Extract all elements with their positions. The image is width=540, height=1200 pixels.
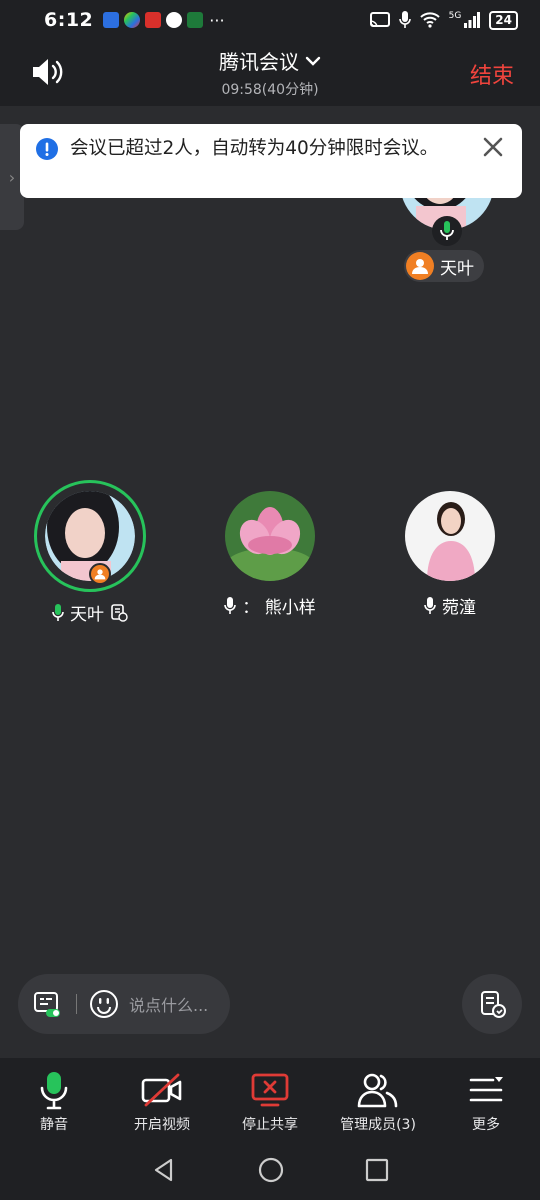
- system-navigation-bar: [0, 1140, 540, 1200]
- meeting-title-area[interactable]: 腾讯会议 09:58(40分钟): [0, 46, 540, 99]
- start-video-label: 开启视频: [134, 1117, 190, 1133]
- stop-share-label: 停止共享: [242, 1117, 298, 1133]
- meeting-header: 腾讯会议 09:58(40分钟) 结束: [0, 40, 540, 106]
- mic-active-icon: [40, 1072, 68, 1110]
- host-badge: [89, 563, 111, 585]
- app-icon-colorful: [124, 12, 141, 28]
- speaking-ring: [34, 480, 146, 592]
- participant-avatar: [405, 491, 495, 581]
- participant-name: 天叶: [70, 605, 104, 625]
- status-more-icon: ···: [209, 10, 225, 30]
- active-speaker-tag: 天叶: [404, 250, 484, 282]
- close-icon[interactable]: [482, 136, 504, 158]
- notes-button[interactable]: [462, 974, 522, 1034]
- recents-icon[interactable]: [365, 1158, 389, 1182]
- home-icon[interactable]: [258, 1157, 284, 1183]
- status-time: 6:12: [44, 9, 94, 31]
- chevron-right-icon: ›: [8, 167, 16, 187]
- cast-icon: [369, 12, 390, 27]
- more-label: 更多: [472, 1117, 500, 1133]
- participant-tile[interactable]: ： 熊小样: [180, 491, 360, 618]
- avatar-image: [225, 491, 315, 581]
- notice-text: 会议已超过2人，自动转为40分钟限时会议。: [70, 138, 439, 159]
- video-off-icon: [141, 1073, 182, 1107]
- back-icon[interactable]: [151, 1157, 177, 1183]
- members-icon: [357, 1073, 398, 1108]
- host-badge: [406, 252, 434, 280]
- notes-icon: [481, 991, 506, 1018]
- chevron-down-icon: [305, 56, 321, 66]
- host-icon: [94, 569, 106, 580]
- chat-input[interactable]: 说点什么...: [129, 992, 208, 1016]
- active-speaker-name: 天叶: [440, 258, 474, 279]
- app-icon-blue: [103, 12, 120, 28]
- app-icon-red: [145, 12, 162, 28]
- subtitle-toggle-icon[interactable]: [32, 989, 62, 1019]
- manage-members-label: 管理成员(3): [340, 1117, 416, 1133]
- meeting-timer: 09:58(40分钟): [221, 82, 319, 98]
- mute-button[interactable]: 静音: [0, 1058, 108, 1140]
- start-video-button[interactable]: 开启视频: [108, 1058, 216, 1140]
- emoji-icon[interactable]: [89, 989, 119, 1019]
- battery-indicator: 24: [489, 10, 518, 30]
- participant-label: ： 熊小样: [180, 593, 360, 618]
- meeting-title[interactable]: 腾讯会议: [219, 46, 321, 75]
- info-icon: [36, 138, 58, 160]
- participant-avatar: [45, 491, 135, 585]
- participant-tile[interactable]: 菀潼: [360, 491, 540, 618]
- participant-avatar: [225, 491, 315, 581]
- notice-banner: 会议已超过2人，自动转为40分钟限时会议。: [20, 124, 522, 198]
- avatar-image: [405, 491, 495, 581]
- network-type: 5G: [448, 11, 462, 21]
- mic-active-icon: [440, 221, 454, 240]
- more-menu-icon: [469, 1077, 503, 1102]
- more-button[interactable]: 更多: [432, 1058, 540, 1140]
- participant-tile[interactable]: 天叶: [0, 480, 180, 625]
- participant-name: ： 熊小样: [242, 598, 316, 618]
- signal-icon: [464, 12, 481, 28]
- meeting-title-text: 腾讯会议: [219, 50, 299, 74]
- meeting-toolbar: 静音 开启视频 停止共享 管理成员(3) 更多: [0, 1058, 540, 1140]
- mic-status-icon: [398, 11, 411, 28]
- notes-badge-icon: [111, 603, 128, 622]
- host-icon: [412, 259, 428, 274]
- participant-name: 菀潼: [442, 598, 476, 618]
- active-speaker-mic: [432, 216, 462, 246]
- status-bar: 6:12 ··· 5G 24: [0, 0, 540, 40]
- manage-members-button[interactable]: 管理成员(3): [324, 1058, 432, 1140]
- end-meeting-button[interactable]: 结束: [470, 58, 514, 90]
- mic-icon: [224, 596, 237, 614]
- participant-label: 菀潼: [360, 593, 540, 618]
- wechat-icon: [166, 12, 183, 28]
- stop-share-button[interactable]: 停止共享: [216, 1058, 324, 1140]
- chat-divider: [76, 994, 77, 1014]
- status-indicators: 5G 24: [369, 10, 518, 30]
- mic-icon: [52, 603, 64, 621]
- app-icon-green: [187, 12, 204, 28]
- wifi-icon: [419, 12, 440, 28]
- mic-icon: [424, 596, 436, 614]
- chat-bar[interactable]: 说点什么...: [18, 974, 230, 1034]
- mute-label: 静音: [40, 1117, 68, 1133]
- participant-label: 天叶: [0, 600, 180, 625]
- status-app-icons: [103, 12, 204, 28]
- stop-share-icon: [251, 1073, 289, 1107]
